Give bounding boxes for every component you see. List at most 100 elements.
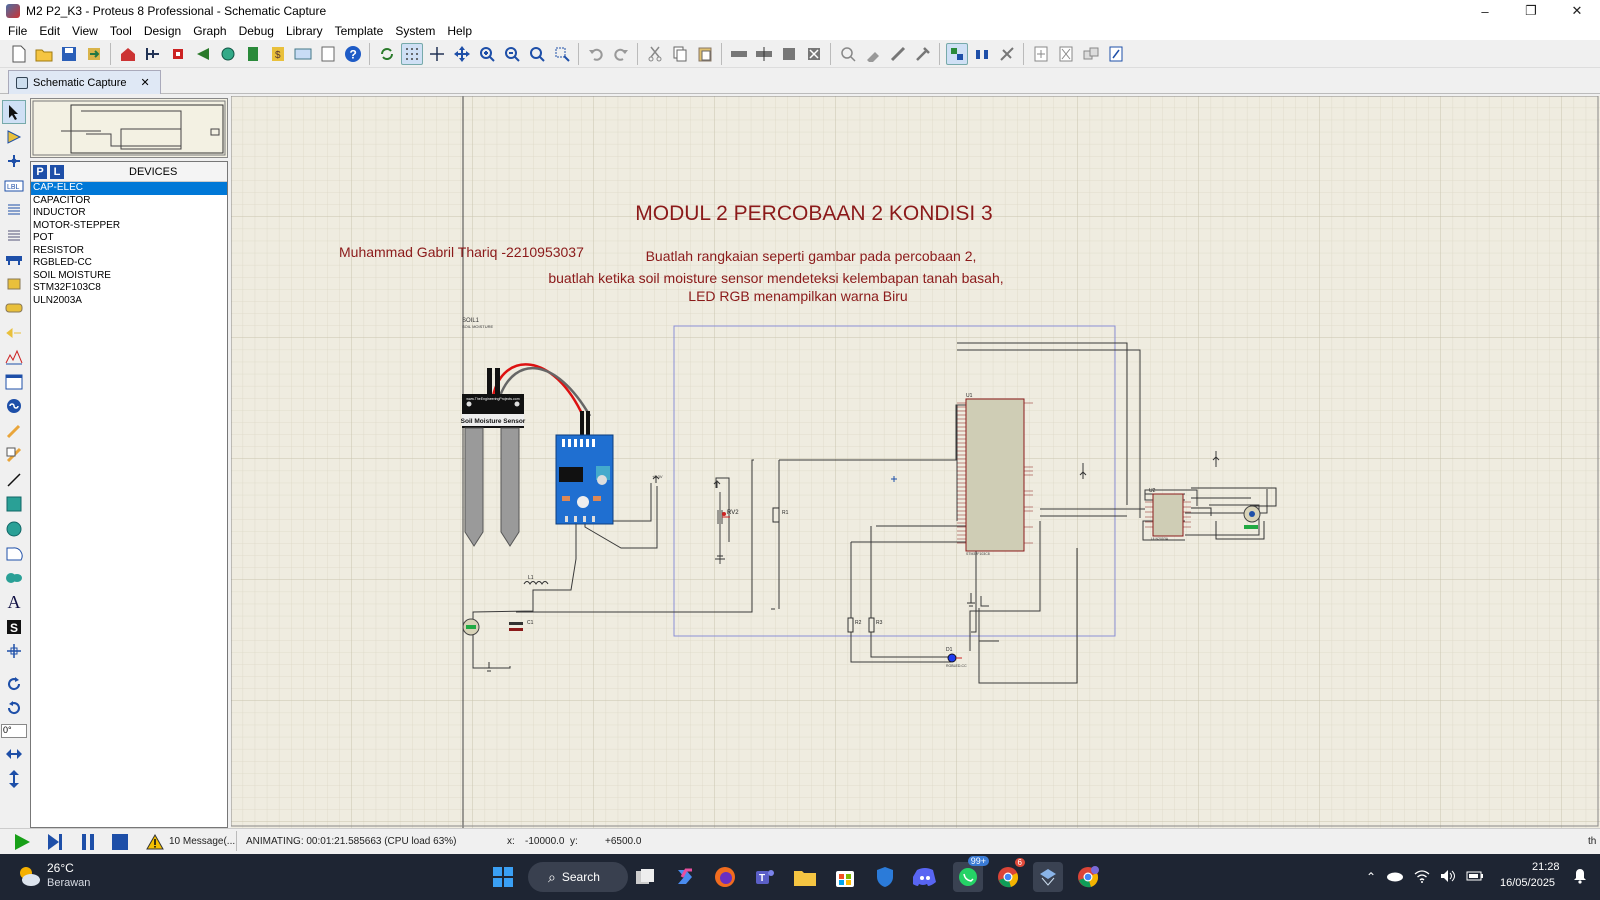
design-explorer-icon[interactable] — [1105, 43, 1127, 65]
buses-icon[interactable] — [2, 223, 26, 247]
packaging-tool-icon[interactable] — [887, 43, 909, 65]
symbol-tool-icon[interactable]: S — [2, 615, 26, 639]
menu-template[interactable]: Template — [329, 24, 390, 38]
stop-button[interactable] — [110, 833, 130, 851]
schematic-drawing[interactable]: MODUL 2 PERCOBAAN 2 KONDISI 3 Muhammad G… — [230, 95, 1600, 828]
notification-bell-icon[interactable] — [1573, 868, 1587, 887]
notes-icon[interactable] — [317, 43, 339, 65]
tape-recorder-icon[interactable] — [2, 370, 26, 394]
weather-icon[interactable] — [16, 863, 42, 889]
origin-icon[interactable] — [426, 43, 448, 65]
block-rotate-icon[interactable] — [778, 43, 800, 65]
gerber-icon[interactable] — [192, 43, 214, 65]
mirror-vertical-icon[interactable] — [2, 767, 26, 791]
list-item[interactable]: MOTOR-STEPPER — [31, 220, 227, 233]
line-tool-icon[interactable] — [2, 468, 26, 492]
list-item[interactable]: CAP-ELEC — [31, 182, 227, 195]
step-button[interactable] — [45, 833, 65, 851]
pause-button[interactable] — [78, 833, 98, 851]
new-sheet-icon[interactable] — [1030, 43, 1052, 65]
junction-dot-icon[interactable] — [2, 149, 26, 173]
teams-icon[interactable]: T — [750, 862, 780, 892]
text-script-icon[interactable] — [2, 198, 26, 222]
menu-library[interactable]: Library — [280, 24, 329, 38]
list-item[interactable]: CAPACITOR — [31, 195, 227, 208]
grid-toggle-icon[interactable] — [400, 42, 423, 65]
schematic-icon[interactable] — [142, 43, 164, 65]
help-icon[interactable]: ? — [342, 43, 364, 65]
menu-design[interactable]: Design — [138, 24, 187, 38]
rotate-clockwise-icon[interactable] — [2, 672, 26, 696]
discord-icon[interactable] — [910, 862, 940, 892]
weather-temperature[interactable]: 26°C — [47, 861, 74, 875]
zoom-out-icon[interactable] — [501, 43, 523, 65]
menu-edit[interactable]: Edit — [33, 24, 66, 38]
wire-label-icon[interactable]: LBL — [2, 174, 26, 198]
rotate-anticlockwise-icon[interactable] — [2, 696, 26, 720]
list-item[interactable]: RESISTOR — [31, 245, 227, 258]
arc-tool-icon[interactable] — [2, 541, 26, 565]
refresh-icon[interactable] — [376, 43, 398, 65]
mcu-stm32f103c8[interactable]: U1 STM32F103C8 — [957, 393, 1033, 556]
zoom-in-icon[interactable] — [476, 43, 498, 65]
exit-to-parent-icon[interactable] — [1080, 43, 1102, 65]
list-item[interactable]: POT — [31, 232, 227, 245]
text-tool-icon[interactable]: A — [2, 590, 26, 614]
redo-icon[interactable] — [610, 43, 632, 65]
play-button[interactable] — [12, 833, 32, 851]
device-pins-icon[interactable] — [2, 296, 26, 320]
cut-icon[interactable] — [644, 43, 666, 65]
defender-icon[interactable] — [870, 862, 900, 892]
volume-icon[interactable] — [1440, 869, 1456, 886]
onedrive-icon[interactable] — [1386, 870, 1404, 885]
menu-graph[interactable]: Graph — [187, 24, 232, 38]
taskbar-search[interactable]: ⌕ Search — [528, 862, 628, 892]
task-view-icon[interactable] — [630, 862, 660, 892]
chrome-icon[interactable]: 6 — [993, 858, 1025, 892]
open-folder-icon[interactable] — [33, 43, 55, 65]
weather-condition[interactable]: Berawan — [47, 877, 90, 889]
search-tag-icon[interactable] — [971, 43, 993, 65]
property-tool-icon[interactable] — [996, 43, 1018, 65]
make-device-icon[interactable] — [862, 43, 884, 65]
terminals-icon[interactable] — [2, 272, 26, 296]
copy-icon[interactable] — [669, 43, 691, 65]
list-item[interactable]: ULN2003A — [31, 295, 227, 308]
source-code-icon[interactable] — [292, 43, 314, 65]
clock-time[interactable]: 21:28 — [1532, 861, 1560, 873]
block-copy-icon[interactable] — [728, 43, 750, 65]
box-tool-icon[interactable] — [2, 492, 26, 516]
clock-date[interactable]: 16/05/2025 — [1500, 877, 1555, 889]
close-button[interactable]: ✕ — [1554, 0, 1600, 22]
microsoft-store-icon[interactable] — [830, 862, 860, 892]
zoom-area-icon[interactable] — [551, 43, 573, 65]
copilot-icon[interactable] — [670, 862, 700, 892]
minimize-button[interactable]: – — [1462, 0, 1508, 22]
menu-view[interactable]: View — [66, 24, 104, 38]
proteus-taskbar-icon[interactable] — [1033, 862, 1063, 892]
menu-debug[interactable]: Debug — [233, 24, 280, 38]
block-delete-icon[interactable] — [803, 43, 825, 65]
list-item[interactable]: STM32F103C8 — [31, 282, 227, 295]
pan-icon[interactable] — [451, 43, 473, 65]
wifi-icon[interactable] — [1414, 869, 1430, 886]
bom-icon[interactable] — [242, 43, 264, 65]
restore-button[interactable]: ❐ — [1508, 0, 1554, 22]
probe-mode-icon[interactable] — [2, 394, 26, 418]
block-move-icon[interactable] — [753, 43, 775, 65]
messages-count[interactable]: 10 Message(... — [169, 836, 235, 847]
save-icon[interactable] — [58, 43, 80, 65]
library-manager-button[interactable]: L — [50, 164, 64, 179]
pick-from-library-button[interactable]: P — [33, 164, 47, 179]
rotation-angle-field[interactable]: 0° — [1, 724, 27, 738]
paste-icon[interactable] — [694, 43, 716, 65]
selection-mode-icon[interactable] — [2, 100, 26, 124]
menu-system[interactable]: System — [389, 24, 441, 38]
whatsapp-icon[interactable]: 99+ — [953, 856, 989, 892]
start-button[interactable] — [488, 862, 518, 892]
chevron-up-icon[interactable]: ⌃ — [1366, 870, 1376, 884]
tab-close-icon[interactable]: ✕ — [141, 76, 150, 89]
home-icon[interactable] — [117, 43, 139, 65]
component-mode-icon[interactable] — [2, 125, 26, 149]
capacitor-elec[interactable] — [462, 618, 480, 636]
